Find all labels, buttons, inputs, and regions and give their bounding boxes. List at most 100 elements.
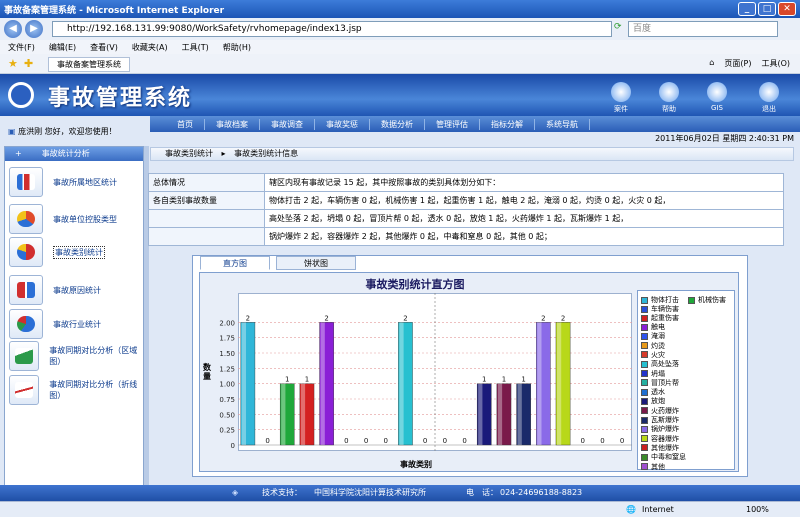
sidebar-item-industry[interactable]: 事故行业统计 bbox=[9, 307, 141, 341]
tab-histogram[interactable]: 直方图 bbox=[200, 256, 270, 270]
nav-home[interactable]: 首页 bbox=[166, 118, 205, 130]
nav-rewards[interactable]: 事故奖惩 bbox=[315, 118, 370, 130]
data-label: 0 bbox=[265, 437, 269, 445]
legend-swatch bbox=[641, 342, 648, 350]
app-title: 事故管理系统 bbox=[48, 86, 193, 111]
gis-button[interactable]: GIS bbox=[700, 82, 734, 112]
data-label: 2 bbox=[541, 314, 545, 322]
menu-help[interactable]: 帮助(H) bbox=[223, 42, 251, 53]
welcome-text: ▣ 庞洪刚 您好，欢迎您使用！ bbox=[8, 127, 117, 136]
legend-swatch bbox=[641, 453, 648, 461]
summary-label: 各自类别事故数量 bbox=[148, 191, 265, 210]
page-menu[interactable]: 页面(P) bbox=[724, 58, 751, 69]
bar-highlight bbox=[537, 322, 542, 445]
legend-swatch bbox=[641, 425, 648, 433]
sidebar-item-cause[interactable]: 事故原因统计 bbox=[9, 273, 141, 307]
sidebar-header[interactable]: + 事故统计分析 bbox=[5, 147, 143, 161]
data-label: 0 bbox=[423, 437, 427, 445]
area-chart-icon bbox=[9, 341, 40, 371]
sidebar-item-compare-line[interactable]: 事故同期对比分析（折线图） bbox=[9, 373, 141, 407]
globe-icon bbox=[707, 82, 727, 102]
bar-highlight bbox=[281, 383, 286, 445]
bar-highlight bbox=[497, 383, 503, 445]
help-icon bbox=[659, 82, 679, 102]
y-tick-label: 0.25 bbox=[219, 427, 235, 435]
legend-swatch bbox=[641, 351, 648, 359]
help-button[interactable]: 帮助 bbox=[652, 82, 686, 114]
data-label: 0 bbox=[462, 437, 466, 445]
zoom-level[interactable]: 100% bbox=[746, 502, 769, 517]
menu-favorites[interactable]: 收藏夹(A) bbox=[132, 42, 168, 53]
nav-archive[interactable]: 事故档案 bbox=[205, 118, 260, 130]
data-label: 1 bbox=[502, 376, 506, 384]
forward-button[interactable]: ▶ bbox=[25, 20, 43, 38]
minimize-button[interactable]: _ bbox=[738, 2, 756, 16]
tools-icon bbox=[611, 82, 631, 102]
tab-pie[interactable]: 饼状图 bbox=[276, 256, 356, 270]
status-bar: 🌐 Internet 100% bbox=[0, 501, 800, 517]
tools-menu[interactable]: 工具(O) bbox=[761, 58, 790, 69]
legend-swatch bbox=[641, 370, 648, 377]
breadcrumb-item: 事故类别统计 bbox=[165, 149, 213, 158]
data-label: 1 bbox=[482, 376, 486, 384]
address-input[interactable]: http://192.168.131.99:9080/WorkSafety/rv… bbox=[52, 21, 612, 37]
footer: ◈ 技术支持： 中国科学院沈阳计算技术研究所 电 话： 024-24696188… bbox=[0, 485, 800, 501]
y-tick-label: 1.25 bbox=[219, 365, 235, 373]
pie-chart-icon bbox=[9, 309, 43, 339]
maximize-button[interactable]: □ bbox=[758, 2, 776, 16]
nav-system[interactable]: 系统导航 bbox=[535, 118, 590, 130]
menu-bar: 文件(F) 编辑(E) 查看(V) 收藏夹(A) 工具(T) 帮助(H) bbox=[0, 40, 800, 54]
data-label: 1 bbox=[521, 376, 525, 384]
logout-button[interactable]: 退出 bbox=[752, 82, 786, 114]
close-window-button[interactable]: ✕ bbox=[778, 2, 796, 16]
y-tick-label: 0 bbox=[231, 442, 235, 450]
sidebar: + 事故统计分析 事故所属地区统计 事故单位控股类型 事故类别统计 事故原因统计 … bbox=[4, 146, 144, 486]
window-title-bar: 事故备案管理系统 - Microsoft Internet Explorer _… bbox=[0, 0, 800, 18]
data-label: 1 bbox=[305, 376, 309, 384]
refresh-icon[interactable]: ⟳ bbox=[614, 22, 622, 32]
data-label: 2 bbox=[324, 314, 328, 322]
menu-file[interactable]: 文件(F) bbox=[8, 42, 35, 53]
logout-icon bbox=[759, 82, 779, 102]
pie-chart-icon bbox=[9, 204, 43, 234]
sidebar-item-region[interactable]: 事故所属地区统计 bbox=[9, 165, 141, 199]
data-label: 0 bbox=[364, 437, 368, 445]
footer-org: 中国科学院沈阳计算技术研究所 bbox=[314, 488, 426, 497]
legend-swatch bbox=[641, 379, 648, 387]
bar-highlight bbox=[241, 322, 247, 445]
nav-investigation[interactable]: 事故调查 bbox=[260, 118, 315, 130]
star-icon[interactable]: ★ bbox=[8, 57, 18, 70]
chevron-right-icon: ▸ bbox=[221, 149, 226, 158]
sidebar-item-category[interactable]: 事故类别统计 bbox=[9, 235, 141, 269]
add-favorite-icon[interactable]: ✚ bbox=[24, 57, 33, 70]
y-tick-label: 2.00 bbox=[219, 319, 235, 327]
nav-evaluation[interactable]: 管理评估 bbox=[425, 118, 480, 130]
case-button[interactable]: 案件 bbox=[604, 82, 638, 114]
favorites-bar: ★ ✚ 事故备案管理系统 ⌂ 页面(P) 工具(O) bbox=[0, 54, 800, 74]
back-button[interactable]: ◀ bbox=[4, 20, 22, 38]
data-label: 2 bbox=[246, 314, 250, 322]
nav-analysis[interactable]: 数据分析 bbox=[370, 118, 425, 130]
legend-item: 机械伤害 bbox=[688, 295, 726, 305]
pie-chart-icon bbox=[9, 237, 43, 267]
data-label: 0 bbox=[344, 437, 348, 445]
sidebar-item-holding[interactable]: 事故单位控股类型 bbox=[9, 202, 141, 236]
data-label: 2 bbox=[403, 314, 407, 322]
y-tick-label: 1.00 bbox=[219, 381, 235, 389]
bar-highlight bbox=[300, 383, 306, 445]
nav-indicators[interactable]: 指标分解 bbox=[480, 118, 535, 130]
breadcrumb-item: 事故类别统计信息 bbox=[234, 149, 299, 158]
legend-label: 机械伤害 bbox=[698, 296, 726, 304]
menu-tools[interactable]: 工具(T) bbox=[182, 42, 209, 53]
app-header: 事故管理系统 案件 帮助 GIS 退出 bbox=[0, 74, 800, 116]
home-icon[interactable]: ⌂ bbox=[709, 58, 714, 69]
menu-edit[interactable]: 编辑(E) bbox=[49, 42, 76, 53]
legend-swatch bbox=[688, 296, 695, 304]
data-label: 0 bbox=[581, 437, 585, 445]
breadcrumb: 事故类别统计 ▸ 事故类别统计信息 bbox=[150, 147, 794, 161]
browser-tab[interactable]: 事故备案管理系统 bbox=[48, 57, 130, 72]
sidebar-item-compare-area[interactable]: 事故同期对比分析（区域图） bbox=[9, 339, 141, 373]
data-label: 1 bbox=[285, 376, 289, 384]
menu-view[interactable]: 查看(V) bbox=[90, 42, 118, 53]
search-input[interactable]: 百度 bbox=[628, 21, 778, 37]
